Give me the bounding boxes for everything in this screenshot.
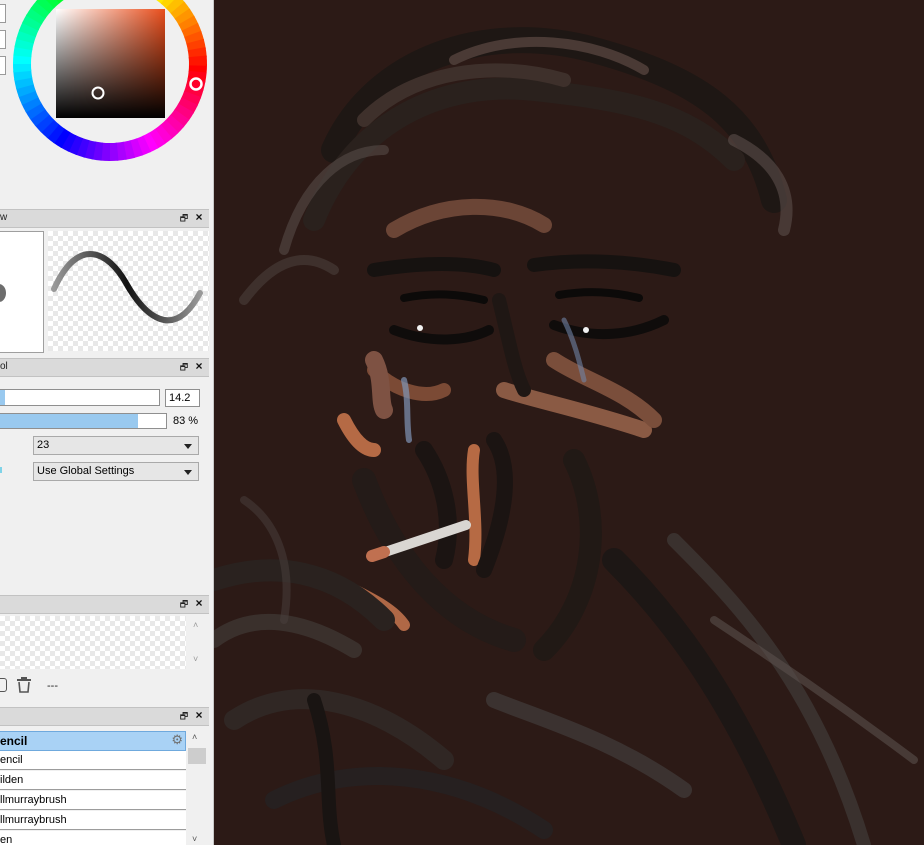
float-docker-icon[interactable]: 🗗 — [179, 362, 189, 372]
painting-canvas[interactable] — [214, 0, 924, 845]
chevron-down-icon — [184, 470, 192, 475]
brush-tip-preview — [0, 231, 44, 353]
preset-item[interactable]: en — [0, 831, 186, 845]
lock-layer-icon[interactable] — [0, 678, 7, 692]
brush-preview-title: w — [0, 212, 8, 223]
preset-selected-label: encil — [0, 734, 28, 748]
layer-list[interactable] — [0, 616, 186, 669]
preset-item[interactable]: llmurraybrush — [0, 791, 186, 810]
stabilizer-dropdown[interactable]: Use Global Settings — [33, 462, 199, 481]
scrollbar-thumb[interactable] — [188, 748, 206, 764]
size-slider[interactable] — [0, 389, 160, 406]
portrait-painting — [214, 27, 918, 845]
brush-preview-titlebar: w 🗗 × — [0, 209, 209, 228]
size-slider-fill — [0, 390, 6, 405]
gear-icon[interactable]: ⚙ — [171, 732, 183, 748]
stabilizer-value: Use Global Settings — [37, 465, 135, 477]
preset-item[interactable]: ilden — [0, 771, 186, 790]
stroke-preview-curve — [51, 251, 203, 324]
left-dock-panel: w 🗗 × ol 🗗 × 14.2 83 % 23 Use Global Set… — [0, 0, 214, 845]
opacity-slider-fill — [0, 414, 138, 428]
preset-item[interactable]: encil — [0, 751, 186, 770]
close-docker-icon[interactable]: × — [194, 709, 204, 721]
layer-status-text: --- — [47, 680, 58, 692]
chevron-down-icon[interactable]: ˅ — [192, 834, 197, 844]
brush-presets-titlebar: 🗗 × — [0, 707, 209, 726]
close-docker-icon[interactable]: × — [194, 597, 204, 609]
close-docker-icon[interactable]: × — [194, 360, 204, 372]
chevron-up-icon[interactable]: ˄ — [193, 620, 198, 630]
preset-item-selected[interactable]: encil ⚙ — [0, 731, 186, 751]
opacity-value: 83 % — [173, 415, 199, 427]
size-value-field[interactable]: 14.2 — [165, 389, 200, 407]
smoothing-dropdown[interactable]: 23 — [33, 436, 199, 455]
color-wheel[interactable] — [0, 0, 213, 200]
layer-list-scrollbar[interactable]: ˄ ˅ — [188, 616, 208, 669]
tool-options-titlebar: ol 🗗 × — [0, 358, 209, 377]
chevron-down-icon[interactable]: ˅ — [193, 654, 198, 664]
stabilizer-indicator-icon — [0, 467, 2, 473]
chevron-down-icon — [184, 444, 192, 449]
close-docker-icon[interactable]: × — [194, 211, 204, 223]
brush-tip-dot — [0, 284, 6, 302]
chevron-up-icon[interactable]: ˄ — [192, 732, 197, 742]
stroke-preview — [48, 231, 209, 351]
tool-options-title: ol — [0, 361, 8, 372]
layers-titlebar: 🗗 × — [0, 595, 209, 614]
preset-list-scrollbar[interactable]: ˄ ˅ — [187, 731, 209, 845]
smoothing-value: 23 — [37, 439, 50, 451]
opacity-slider[interactable] — [0, 413, 167, 429]
preset-item[interactable]: llmurraybrush — [0, 811, 186, 830]
float-docker-icon[interactable]: 🗗 — [179, 213, 189, 223]
float-docker-icon[interactable]: 🗗 — [179, 711, 189, 721]
float-docker-icon[interactable]: 🗗 — [179, 599, 189, 609]
delete-layer-icon[interactable] — [15, 676, 33, 693]
